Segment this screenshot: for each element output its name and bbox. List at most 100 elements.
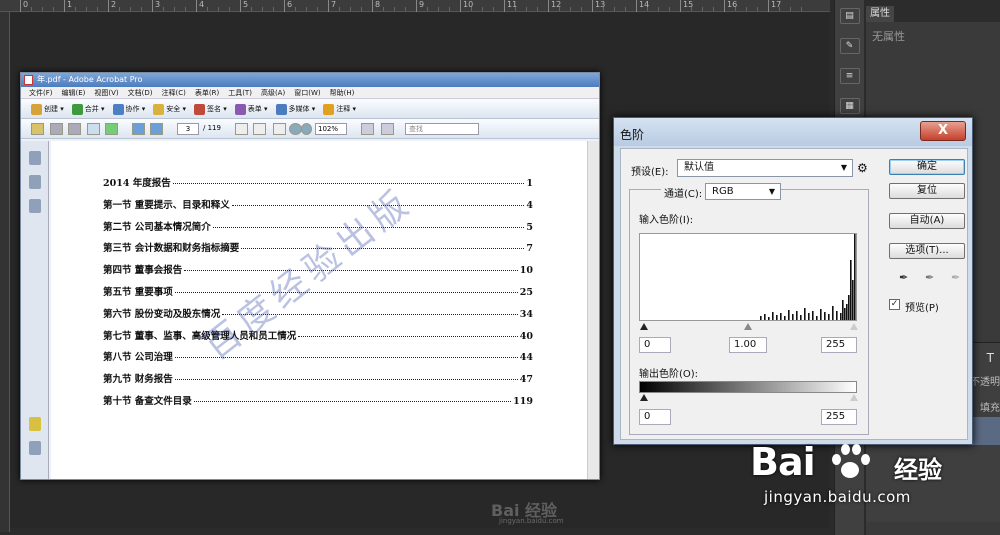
input-black-slider[interactable] (640, 323, 648, 330)
auto-button[interactable]: 自动(A) (889, 213, 965, 229)
toc-row[interactable]: 第六节 股份变动及股东情况 34 (103, 306, 533, 328)
acrobat-menu-item[interactable]: 文件(F) (29, 89, 53, 97)
options-button[interactable]: 选项(T)... (889, 243, 965, 259)
toc-page-number: 25 (519, 286, 533, 298)
adjust-icon[interactable]: ≡ (839, 68, 860, 84)
histogram-bar (836, 311, 838, 320)
acrobat-task-button[interactable]: 签名 ▾ (194, 99, 227, 119)
text-layer-icon[interactable]: T (987, 351, 994, 365)
horizontal-ruler: 0 1 2 3 4 5 6 7 8 9 10 11 12 13 14 15 16 17 (0, 0, 830, 12)
open-folder-icon[interactable] (31, 123, 44, 135)
history-icon[interactable]: ▤ (839, 8, 860, 24)
acrobat-title-bar: 年.pdf - Adobe Acrobat Pro (21, 73, 599, 87)
toc-row[interactable]: 第七节 董事、监事、高级管理人员和员工情况 40 (103, 328, 533, 350)
toc-row[interactable]: 第八节 公司治理 44 (103, 349, 533, 371)
email-icon[interactable] (86, 123, 100, 135)
toc-label: 第九节 财务报告 (103, 374, 173, 386)
toc-page-number: 40 (519, 330, 533, 342)
acrobat-menu-item[interactable]: 帮助(H) (330, 89, 355, 97)
ok-button[interactable]: 确定 (889, 159, 965, 175)
acrobat-task-button[interactable]: 创建 ▾ (31, 99, 64, 119)
page-number-input[interactable]: 3 (177, 123, 199, 135)
task-label: 协作 (125, 105, 140, 113)
prev-page-icon[interactable] (131, 123, 145, 135)
acrobat-menu-item[interactable]: 注释(C) (162, 89, 186, 97)
acrobat-menu-item[interactable]: 工具(T) (228, 89, 252, 97)
gray-eyedropper-icon[interactable]: ✒ (925, 271, 937, 284)
zoom-in-icon[interactable] (301, 123, 312, 135)
layer-icon[interactable]: ▦ (839, 98, 860, 114)
toc-row[interactable]: 2014 年度报告 1 (103, 175, 533, 197)
full-screen-icon[interactable] (381, 123, 394, 135)
acrobat-task-button[interactable]: 协作 ▾ (112, 99, 145, 119)
input-gamma-slider[interactable] (744, 323, 752, 330)
acrobat-menu-item[interactable]: 视图(V) (94, 89, 118, 97)
toc-row[interactable]: 第十节 备查文件目录 119 (103, 393, 533, 415)
fit-page-icon[interactable] (361, 123, 374, 135)
toc-row[interactable]: 第一节 重要提示、目录和释义 4 (103, 197, 533, 219)
output-white-field[interactable]: 255 (821, 409, 857, 425)
select-tool-icon[interactable] (235, 123, 248, 135)
acrobat-menu-item[interactable]: 文档(D) (128, 89, 153, 97)
zoom-tool-icon[interactable] (273, 123, 286, 135)
pdf-page[interactable]: 2014 年度报告 1 第一节 重要提示、目录和释义 4 第二节 公司基本情况简介 5 第三… (51, 141, 587, 525)
comments-panel-icon[interactable] (28, 417, 41, 431)
acrobat-menu-item[interactable]: 编辑(E) (62, 89, 86, 97)
channel-select[interactable]: RGB ▼ (705, 183, 781, 200)
reset-button[interactable]: 复位 (889, 183, 965, 199)
gear-icon[interactable]: ⚙ (857, 161, 868, 175)
histogram-bar (792, 314, 794, 320)
task-icon (234, 103, 246, 115)
output-black-slider[interactable] (640, 394, 648, 401)
toc-page-number: 47 (519, 374, 533, 386)
acrobat-task-button[interactable]: 安全 ▾ (153, 99, 186, 119)
pdf-vertical-scrollbar[interactable] (587, 141, 599, 479)
input-white-slider[interactable] (850, 323, 858, 330)
acrobat-task-button[interactable]: 合并 ▾ (71, 99, 105, 119)
close-button[interactable]: X (920, 121, 966, 141)
acrobat-menu-item[interactable]: 窗口(W) (294, 89, 320, 97)
acrobat-window: 年.pdf - Adobe Acrobat Pro 文件(F) 编辑(E) 视图(V… (20, 72, 600, 525)
acrobat-task-button[interactable]: 注释 ▾ (323, 99, 356, 119)
histogram-bar (844, 308, 846, 320)
input-gamma-field[interactable]: 1.00 (729, 337, 767, 353)
pdf-document-icon (24, 75, 33, 85)
attachments-panel-icon[interactable] (28, 441, 41, 455)
pages-panel-icon[interactable] (28, 151, 41, 165)
bookmarks-panel-icon[interactable] (28, 175, 41, 189)
hand-tool-icon[interactable] (253, 123, 266, 135)
preview-checkbox[interactable]: ✓ (889, 299, 900, 310)
toc-row[interactable]: 第九节 财务报告 47 (103, 371, 533, 393)
black-eyedropper-icon[interactable]: ✒ (899, 271, 911, 284)
ruler-mark: 0 (20, 0, 28, 12)
signatures-panel-icon[interactable] (28, 199, 41, 213)
acrobat-menubar: 文件(F) 编辑(E) 视图(V) 文档(D) 注释(C) 表单(R) 工具(T) 高级(A)… (21, 87, 599, 99)
acrobat-menu-item[interactable]: 表单(R) (195, 89, 219, 97)
zoom-select[interactable]: 102% (315, 123, 347, 135)
tab-properties[interactable]: 属性 (866, 6, 894, 22)
preset-select[interactable]: 默认值 ▼ (677, 159, 853, 177)
acrobat-menu-item[interactable]: 高级(A) (261, 89, 285, 97)
task-icon (31, 103, 42, 115)
histogram-bar (812, 311, 814, 320)
toc-leader (241, 248, 525, 250)
input-black-field[interactable]: 0 (639, 337, 671, 353)
white-eyedropper-icon[interactable]: ✒ (951, 271, 963, 284)
print-icon[interactable] (49, 123, 63, 135)
input-white-field[interactable]: 255 (821, 337, 857, 353)
page-total: / 119 (203, 124, 221, 132)
brush-icon[interactable]: ✎ (839, 38, 860, 54)
acrobat-task-button[interactable]: 多媒体 ▾ (275, 99, 315, 119)
ruler-mark: 6 (284, 0, 292, 12)
output-black-field[interactable]: 0 (639, 409, 671, 425)
find-input[interactable]: 查找 (405, 123, 479, 135)
output-white-slider[interactable] (850, 394, 858, 401)
toc-label: 第一节 重要提示、目录和释义 (103, 199, 230, 211)
acrobat-task-button[interactable]: 表单 ▾ (234, 99, 268, 119)
next-page-icon[interactable] (150, 123, 163, 135)
task-icon (323, 103, 335, 115)
save-icon[interactable] (68, 123, 81, 135)
fill-label: 填充 (980, 403, 1000, 414)
watermark-url: jingyan.baidu.com (499, 517, 564, 525)
share-icon[interactable] (105, 123, 118, 135)
